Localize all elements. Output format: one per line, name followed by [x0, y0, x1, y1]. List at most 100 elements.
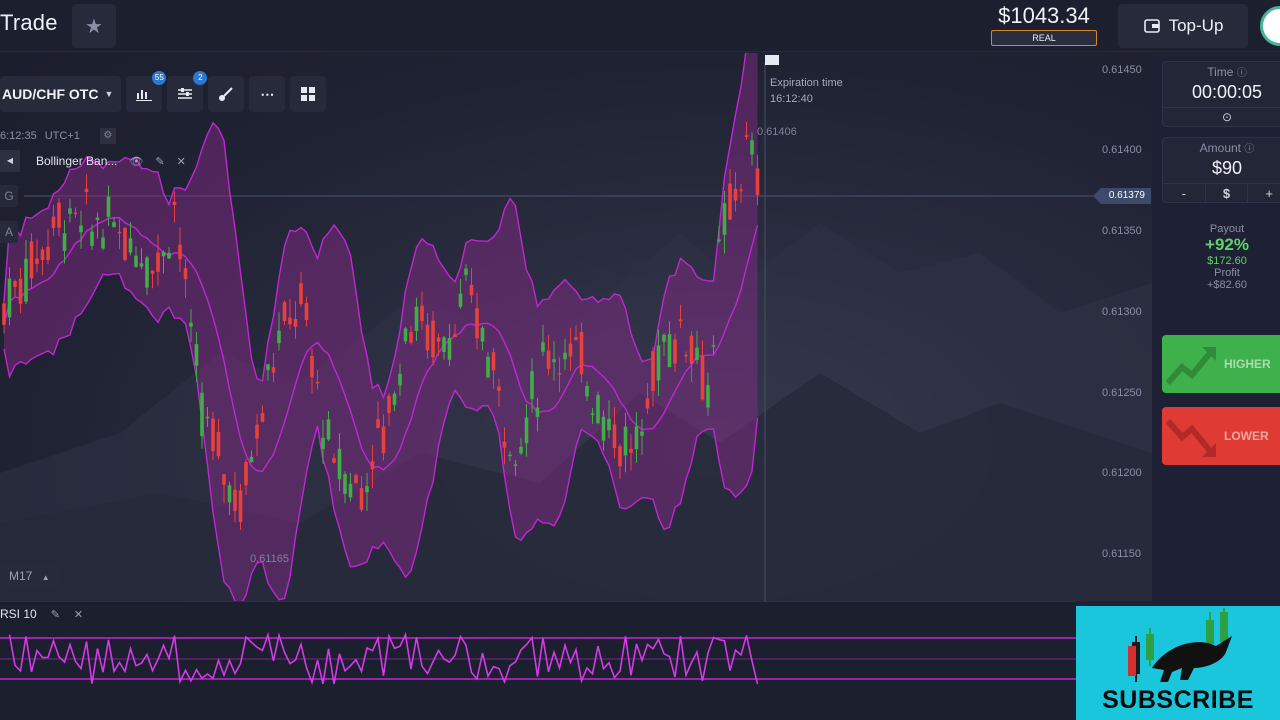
currency-toggle[interactable]: $ [1206, 184, 1249, 203]
asset-selector[interactable]: AUD/CHF OTC ▼ [0, 76, 122, 112]
chart-area[interactable]: Expiration time 16:12:40 0.61406 0.61165… [0, 53, 1152, 601]
candle-body [530, 371, 534, 400]
candle-body [717, 239, 721, 242]
candle-body [634, 426, 639, 450]
candle-body [678, 319, 683, 322]
subscribe-text: SUBSCRIBE [1102, 686, 1254, 714]
candle-body [409, 332, 413, 343]
indicators-button[interactable]: 2 [167, 71, 208, 112]
candle-body [172, 201, 177, 205]
candle-body [568, 343, 573, 357]
candle-body [618, 446, 622, 467]
lower-button[interactable]: LOWER [1162, 407, 1280, 465]
higher-button[interactable]: HIGHER [1162, 335, 1280, 393]
amount-box[interactable]: Amount ⓘ $90 - $ + [1162, 137, 1280, 203]
price-chart[interactable] [0, 53, 1152, 601]
candle-body [700, 356, 705, 400]
candle-body [656, 345, 661, 381]
candle-body [343, 474, 347, 494]
candle-body [337, 448, 342, 480]
pencil-icon[interactable]: ✎ [155, 155, 164, 168]
candle-body [722, 203, 727, 235]
avatar[interactable] [1260, 6, 1280, 46]
candle-body [552, 359, 556, 363]
layout-button[interactable] [290, 76, 327, 112]
candle-body [156, 252, 160, 272]
payout-info: Payout +92% $172.60 Profit +$82.60 [1162, 223, 1280, 291]
collapse-arrow-icon[interactable]: ◀ [0, 150, 20, 172]
amount-value[interactable]: $90 [1163, 158, 1280, 179]
candle-body [189, 322, 193, 327]
rsi-pane[interactable]: RSI 10 ✎ ✕ [0, 601, 1076, 720]
candle-body [216, 431, 221, 457]
price-tick: 0.61350 [1102, 225, 1142, 237]
candle-body [62, 233, 67, 251]
candle-body [211, 418, 215, 452]
candle-body [447, 338, 452, 360]
candle-body [299, 283, 303, 305]
chart-type-button[interactable]: 55 [126, 71, 167, 112]
subscribe-overlay[interactable]: SUBSCRIBE [1076, 606, 1280, 720]
candle-body [535, 407, 540, 417]
candle-body [315, 381, 320, 384]
account-type-badge[interactable]: REAL [991, 30, 1097, 46]
candle-body [750, 140, 754, 155]
candle-body [601, 416, 606, 441]
caret-up-icon: ▲ [41, 573, 50, 582]
candle-body [183, 268, 188, 280]
candle-body [128, 238, 133, 253]
help-icon: ⓘ [1236, 68, 1247, 79]
candle-body [365, 486, 369, 493]
favorite-button[interactable]: ★ [72, 4, 116, 48]
candle-body [238, 490, 243, 522]
candle-body [640, 431, 644, 436]
candle-body [733, 188, 738, 201]
gear-icon[interactable]: ⚙ [99, 128, 116, 144]
candle-body [326, 419, 331, 440]
candle-body [145, 257, 149, 288]
eye-icon[interactable]: 👁 [129, 155, 143, 168]
timeframe-button[interactable]: M17 ▲ [0, 565, 62, 587]
candle-body [662, 334, 666, 342]
account-balance[interactable]: $1043.34 REAL [982, 3, 1106, 46]
candle-body [486, 356, 490, 378]
candle-body [29, 241, 34, 279]
candle-body [502, 441, 507, 448]
time-value[interactable]: 00:00:05 [1163, 82, 1280, 103]
side-tool-a[interactable]: A [0, 221, 18, 243]
chevron-down-icon: ▼ [104, 89, 114, 99]
topup-button[interactable]: Top-Up [1118, 4, 1248, 48]
candle-body [557, 373, 562, 375]
candle-body [266, 364, 270, 371]
candle-body [249, 456, 254, 463]
candle-body [167, 252, 171, 259]
time-box[interactable]: Time ⓘ 00:00:05 ⊙ [1162, 61, 1280, 127]
brush-icon [219, 87, 234, 101]
amount-increase-button[interactable]: + [1248, 184, 1280, 203]
candle-body [739, 189, 743, 192]
candle-body [2, 303, 6, 325]
candle-body [398, 373, 402, 386]
current-price-tag: 0.61379 [1093, 188, 1151, 204]
candle-body [579, 331, 584, 375]
price-tick: 0.61300 [1102, 306, 1142, 318]
amount-decrease-button[interactable]: - [1163, 184, 1206, 203]
candle-body [150, 270, 155, 274]
more-button[interactable]: ⋯ [249, 76, 286, 112]
expiration-time: 16:12:40 [770, 93, 813, 105]
close-icon[interactable]: ✕ [177, 155, 186, 168]
candle-body [112, 222, 116, 228]
candle-body [755, 168, 760, 195]
trade-panel: Time ⓘ 00:00:05 ⊙ Amount ⓘ $90 - $ + Pay… [1152, 53, 1280, 601]
candle-body [464, 268, 468, 275]
timezone: UTC+1 [44, 130, 80, 142]
price-tick: 0.61150 [1102, 548, 1141, 560]
drawing-tools-button[interactable] [208, 76, 245, 112]
settings-count-badge: 2 [193, 71, 208, 85]
candle-body [376, 419, 380, 428]
clock-icon[interactable]: ⊙ [1163, 107, 1280, 125]
candle-body [260, 413, 265, 422]
side-tool-g[interactable]: G [0, 185, 18, 207]
higher-label: HIGHER [1224, 357, 1271, 371]
candle-body [728, 183, 732, 220]
